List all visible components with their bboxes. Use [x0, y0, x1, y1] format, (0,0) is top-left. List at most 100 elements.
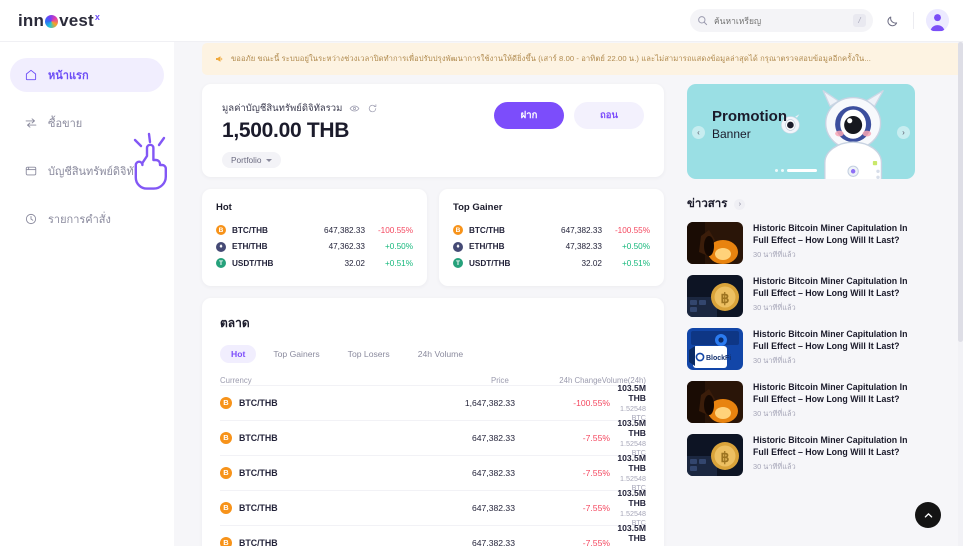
tab-24h-volume[interactable]: 24h Volume [407, 345, 474, 363]
news-thumbnail: ฿ [687, 275, 743, 317]
list-item[interactable]: Historic Bitcoin Miner Capitulation In F… [687, 222, 915, 264]
chevron-down-icon [266, 158, 273, 162]
list-item[interactable]: ฿ Historic Bitcoin Miner Capitulation In… [687, 275, 915, 317]
megaphone-icon [216, 56, 223, 62]
tab-top-gainers[interactable]: Top Gainers [262, 345, 330, 363]
row-volume: 103.5M THB 1.52548 BTC [610, 418, 646, 457]
promotion-carousel-dots[interactable] [775, 169, 817, 172]
row-volume: 103.5M THB 1.52548 BTC [610, 488, 646, 527]
usdt-icon: T [453, 258, 463, 269]
hot-card: Hot B BTC/THB 647,382.33 -100.55% ♦ ETH/… [202, 189, 427, 286]
pair-name: ETH/THB [469, 242, 505, 252]
news-headline: Historic Bitcoin Miner Capitulation In F… [753, 276, 908, 299]
pair-price: 47,382.33 [565, 242, 602, 252]
column-header-change: 24h Change [559, 375, 602, 385]
pair-name: USDT/THB [232, 258, 274, 268]
mascot-robot-icon [822, 90, 884, 179]
hot-card-row[interactable]: B BTC/THB 647,382.33 -100.55% [216, 222, 413, 239]
row-pair-name: BTC/THB [239, 537, 278, 546]
news-timestamp: 30 นาทีที่แล้ว [753, 462, 796, 472]
btc-icon: B [216, 225, 226, 236]
promotion-next-button[interactable]: › [897, 126, 910, 139]
row-currency: B BTC/THB [220, 536, 410, 546]
withdraw-button[interactable]: ถอน [574, 102, 644, 129]
news-thumbnail [687, 222, 743, 264]
moon-icon[interactable] [885, 13, 901, 29]
tab-top-losers[interactable]: Top Losers [337, 345, 401, 363]
svg-text:฿: ฿ [721, 291, 730, 307]
refresh-icon[interactable] [367, 103, 378, 114]
top-gainer-row[interactable]: B BTC/THB 647,382.33 -100.55% [453, 222, 650, 239]
search-box[interactable]: / [690, 9, 873, 32]
page-scrollbar[interactable] [958, 42, 963, 546]
pair-change: -100.55% [614, 225, 650, 235]
row-change: -7.55% [582, 537, 610, 546]
row-volume-main: 103.5M THB [617, 418, 646, 438]
hot-card-row[interactable]: ♦ ETH/THB 47,362.33 +0.50% [216, 239, 413, 256]
table-row[interactable]: B BTC/THB 647,382.33 -7.55% 103.5M THB 1… [220, 523, 646, 546]
news-headline: Historic Bitcoin Miner Capitulation In F… [753, 435, 908, 458]
row-volume-main: 103.5M THB [617, 383, 646, 403]
row-pair-name: BTC/THB [239, 502, 278, 513]
search-input[interactable] [714, 15, 847, 26]
summary-cards-row: Hot B BTC/THB 647,382.33 -100.55% ♦ ETH/… [202, 189, 664, 286]
table-row[interactable]: B BTC/THB 647,382.33 -7.55% 103.5M THB 1… [220, 453, 646, 492]
row-change: -100.55% [573, 397, 610, 408]
row-pair-name: BTC/THB [239, 397, 278, 408]
brand-orb-icon [45, 15, 59, 28]
top-gainer-row[interactable]: ♦ ETH/THB 47,382.33 +0.50% [453, 239, 650, 256]
market-tabs: Hot Top Gainers Top Losers 24h Volume [220, 344, 646, 363]
row-change: -7.55% [582, 467, 610, 478]
chevron-right-icon[interactable]: › [734, 198, 746, 210]
table-row[interactable]: B BTC/THB 647,382.33 -7.55% 103.5M THB 1… [220, 418, 646, 457]
hot-card-row[interactable]: T USDT/THB 32.02 +0.51% [216, 255, 413, 272]
promotion-banner[interactable]: Promotion Banner ‹ › [687, 84, 915, 179]
list-item[interactable]: BlockFi Historic Bitcoin Miner Capitulat… [687, 328, 915, 370]
news-timestamp: 30 นาทีที่แล้ว [753, 409, 796, 419]
list-item[interactable]: Historic Bitcoin Miner Capitulation In F… [687, 381, 915, 423]
blockfi-thumb-icon: BlockFi [687, 328, 743, 370]
table-row[interactable]: B BTC/THB 1,647,382.33 -100.55% 103.5M T… [220, 383, 646, 422]
balance-card: มูลค่าบัญชีสินทรัพย์ดิจิทัลรวม 1,500.00 … [202, 84, 664, 177]
brand-name-part1: inn [18, 10, 45, 30]
row-change: -7.55% [582, 502, 610, 513]
svg-text:฿: ฿ [721, 450, 730, 466]
home-icon [25, 69, 37, 81]
tab-hot[interactable]: Hot [220, 344, 257, 363]
pair-price: 647,382.33 [324, 225, 365, 235]
btc-icon: B [220, 431, 232, 444]
scroll-to-top-button[interactable] [915, 502, 941, 528]
news-headline: Historic Bitcoin Miner Capitulation In F… [753, 329, 908, 352]
balance-actions: ฝาก ถอน [494, 102, 644, 129]
sidebar-item-wallet[interactable]: บัญชีสินทรัพย์ดิจิทัล [10, 154, 164, 188]
avatar[interactable] [926, 9, 949, 32]
app-root: inn vest x / [0, 0, 963, 546]
portfolio-selector[interactable]: Portfolio [222, 152, 282, 168]
system-notice-text: ขออภัย ขณะนี้ ระบบอยู่ในระหว่างช่วงเวลาป… [231, 54, 871, 63]
news-body: Historic Bitcoin Miner Capitulation In F… [753, 275, 915, 317]
brand-logo[interactable]: inn vest x [18, 11, 100, 31]
column-header-currency: Currency [220, 375, 252, 385]
row-change: -7.55% [582, 432, 610, 443]
wallet-icon [25, 166, 37, 176]
sidebar-item-orders[interactable]: รายการคำสั่ง [10, 202, 164, 236]
news-timestamp: 30 นาทีที่แล้ว [753, 303, 796, 313]
sidebar-item-home[interactable]: หน้าแรก [10, 58, 164, 92]
sidebar-item-trade[interactable]: ซื้อขาย [10, 106, 164, 140]
table-row[interactable]: B BTC/THB 647,382.33 -7.55% 103.5M THB 1… [220, 488, 646, 527]
scrollbar-thumb[interactable] [958, 42, 963, 342]
carousel-active-bar[interactable] [787, 169, 817, 172]
top-gainer-row[interactable]: T USDT/THB 32.02 +0.51% [453, 255, 650, 272]
news-body: Historic Bitcoin Miner Capitulation In F… [753, 381, 915, 423]
news-body: Historic Bitcoin Miner Capitulation In F… [753, 222, 915, 264]
row-price: 647,382.33 [471, 467, 515, 478]
carousel-dot[interactable] [775, 169, 778, 172]
promotion-prev-button[interactable]: ‹ [692, 126, 705, 139]
promotion-text: Promotion Banner [712, 108, 787, 141]
portfolio-selector-label: Portfolio [231, 155, 262, 165]
carousel-dot[interactable] [781, 169, 784, 172]
list-item[interactable]: ฿ Historic Bitcoin Miner Capitulation In… [687, 434, 915, 476]
eye-icon[interactable] [349, 103, 360, 114]
top-bar-divider [913, 12, 914, 29]
deposit-button[interactable]: ฝาก [494, 102, 564, 129]
